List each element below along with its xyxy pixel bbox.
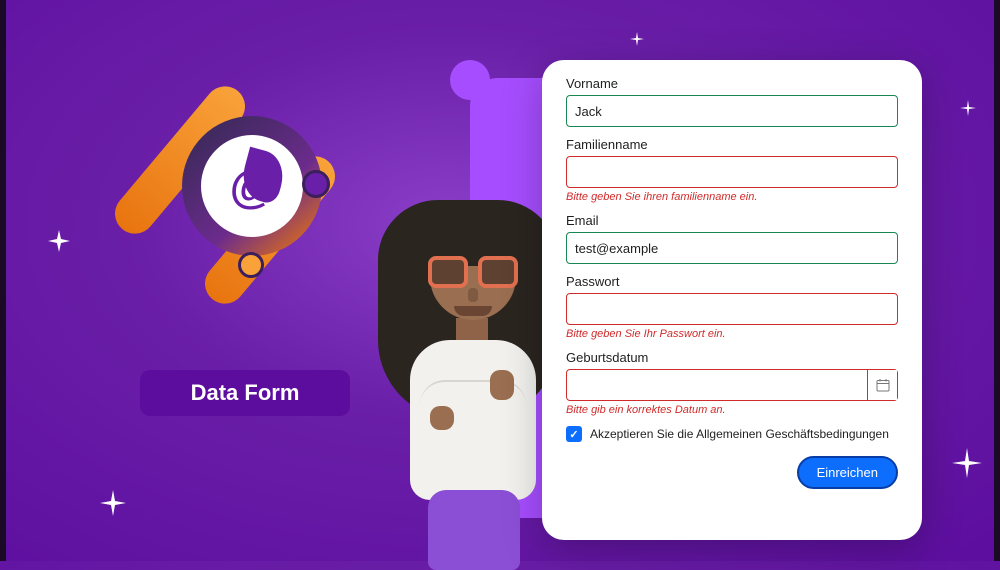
accent-dot: [302, 170, 330, 198]
label-password: Passwort: [566, 274, 898, 289]
page-title: Data Form: [191, 380, 300, 406]
submit-button[interactable]: Einreichen: [797, 456, 898, 489]
label-lastname: Familienname: [566, 137, 898, 152]
page-title-banner: Data Form: [140, 370, 350, 416]
sparkle-icon: [48, 230, 70, 252]
error-password: Bitte geben Sie Ihr Passwort ein.: [566, 328, 898, 340]
input-email[interactable]: [566, 232, 898, 264]
label-firstname: Vorname: [566, 76, 898, 91]
calendar-icon[interactable]: [867, 370, 897, 400]
logo-ring: @: [182, 116, 322, 256]
error-lastname: Bitte geben Sie ihren familienname ein.: [566, 191, 898, 203]
field-password: Passwort Bitte geben Sie Ihr Passwort ei…: [566, 274, 898, 340]
label-dob: Geburtsdatum: [566, 350, 898, 365]
logo-disc: @: [201, 135, 303, 237]
checkbox-terms[interactable]: ✓: [566, 426, 582, 442]
input-dob[interactable]: [566, 369, 898, 401]
sparkle-icon: [952, 448, 982, 478]
label-email: Email: [566, 213, 898, 228]
field-firstname: Vorname: [566, 76, 898, 127]
brand-logo-cluster: @: [130, 80, 350, 340]
sparkle-icon: [960, 100, 976, 116]
edge-right: [994, 0, 1000, 561]
input-lastname[interactable]: [566, 156, 898, 188]
sparkle-icon: [100, 490, 126, 516]
field-email: Email: [566, 213, 898, 264]
field-dob: Geburtsdatum Bitte gib ein korrektes Dat…: [566, 350, 898, 416]
field-lastname: Familienname Bitte geben Sie ihren famil…: [566, 137, 898, 203]
data-form-panel: Vorname Familienname Bitte geben Sie ihr…: [542, 60, 922, 540]
at-icon: @: [230, 159, 275, 213]
field-terms: ✓ Akzeptieren Sie die Allgemeinen Geschä…: [566, 426, 898, 442]
edge-left: [0, 0, 6, 561]
input-password[interactable]: [566, 293, 898, 325]
accent-dot: [238, 252, 264, 278]
sparkle-icon: [630, 32, 644, 46]
input-firstname[interactable]: [566, 95, 898, 127]
label-terms: Akzeptieren Sie die Allgemeinen Geschäft…: [590, 427, 889, 441]
error-dob: Bitte gib ein korrektes Datum an.: [566, 404, 898, 416]
